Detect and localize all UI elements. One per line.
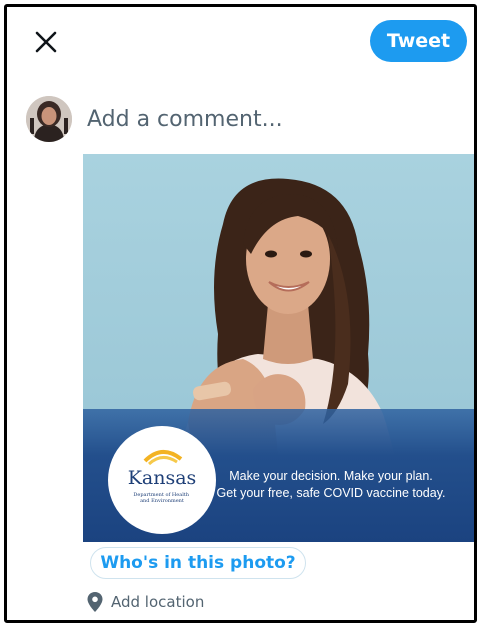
- avatar[interactable]: [26, 96, 72, 142]
- add-location-label: Add location: [111, 593, 205, 611]
- campaign-caption-line1: Make your decision. Make your plan.: [229, 469, 433, 483]
- campaign-caption-line2: Get your free, safe COVID vaccine today.: [216, 486, 445, 500]
- close-icon: [35, 31, 57, 53]
- kansas-logo-text: Kansas: [128, 467, 197, 489]
- add-location-button[interactable]: Add location: [87, 590, 204, 614]
- user-avatar-icon: [26, 96, 72, 142]
- comment-input[interactable]: [87, 103, 447, 135]
- close-button[interactable]: [33, 29, 59, 55]
- map-pin-icon: [87, 592, 103, 612]
- vaccine-campaign-image: Kansas Department of Health and Environm…: [83, 154, 474, 542]
- tweet-button[interactable]: Tweet: [370, 20, 467, 62]
- attached-photo[interactable]: Kansas Department of Health and Environm…: [83, 154, 474, 542]
- kansas-logo-subtext: Department of Health and Environment: [133, 492, 190, 504]
- tweet-compose-dialog: Tweet Add a comment... Kansas Department…: [4, 4, 477, 623]
- tag-people-button[interactable]: Who's in this photo?: [90, 547, 306, 579]
